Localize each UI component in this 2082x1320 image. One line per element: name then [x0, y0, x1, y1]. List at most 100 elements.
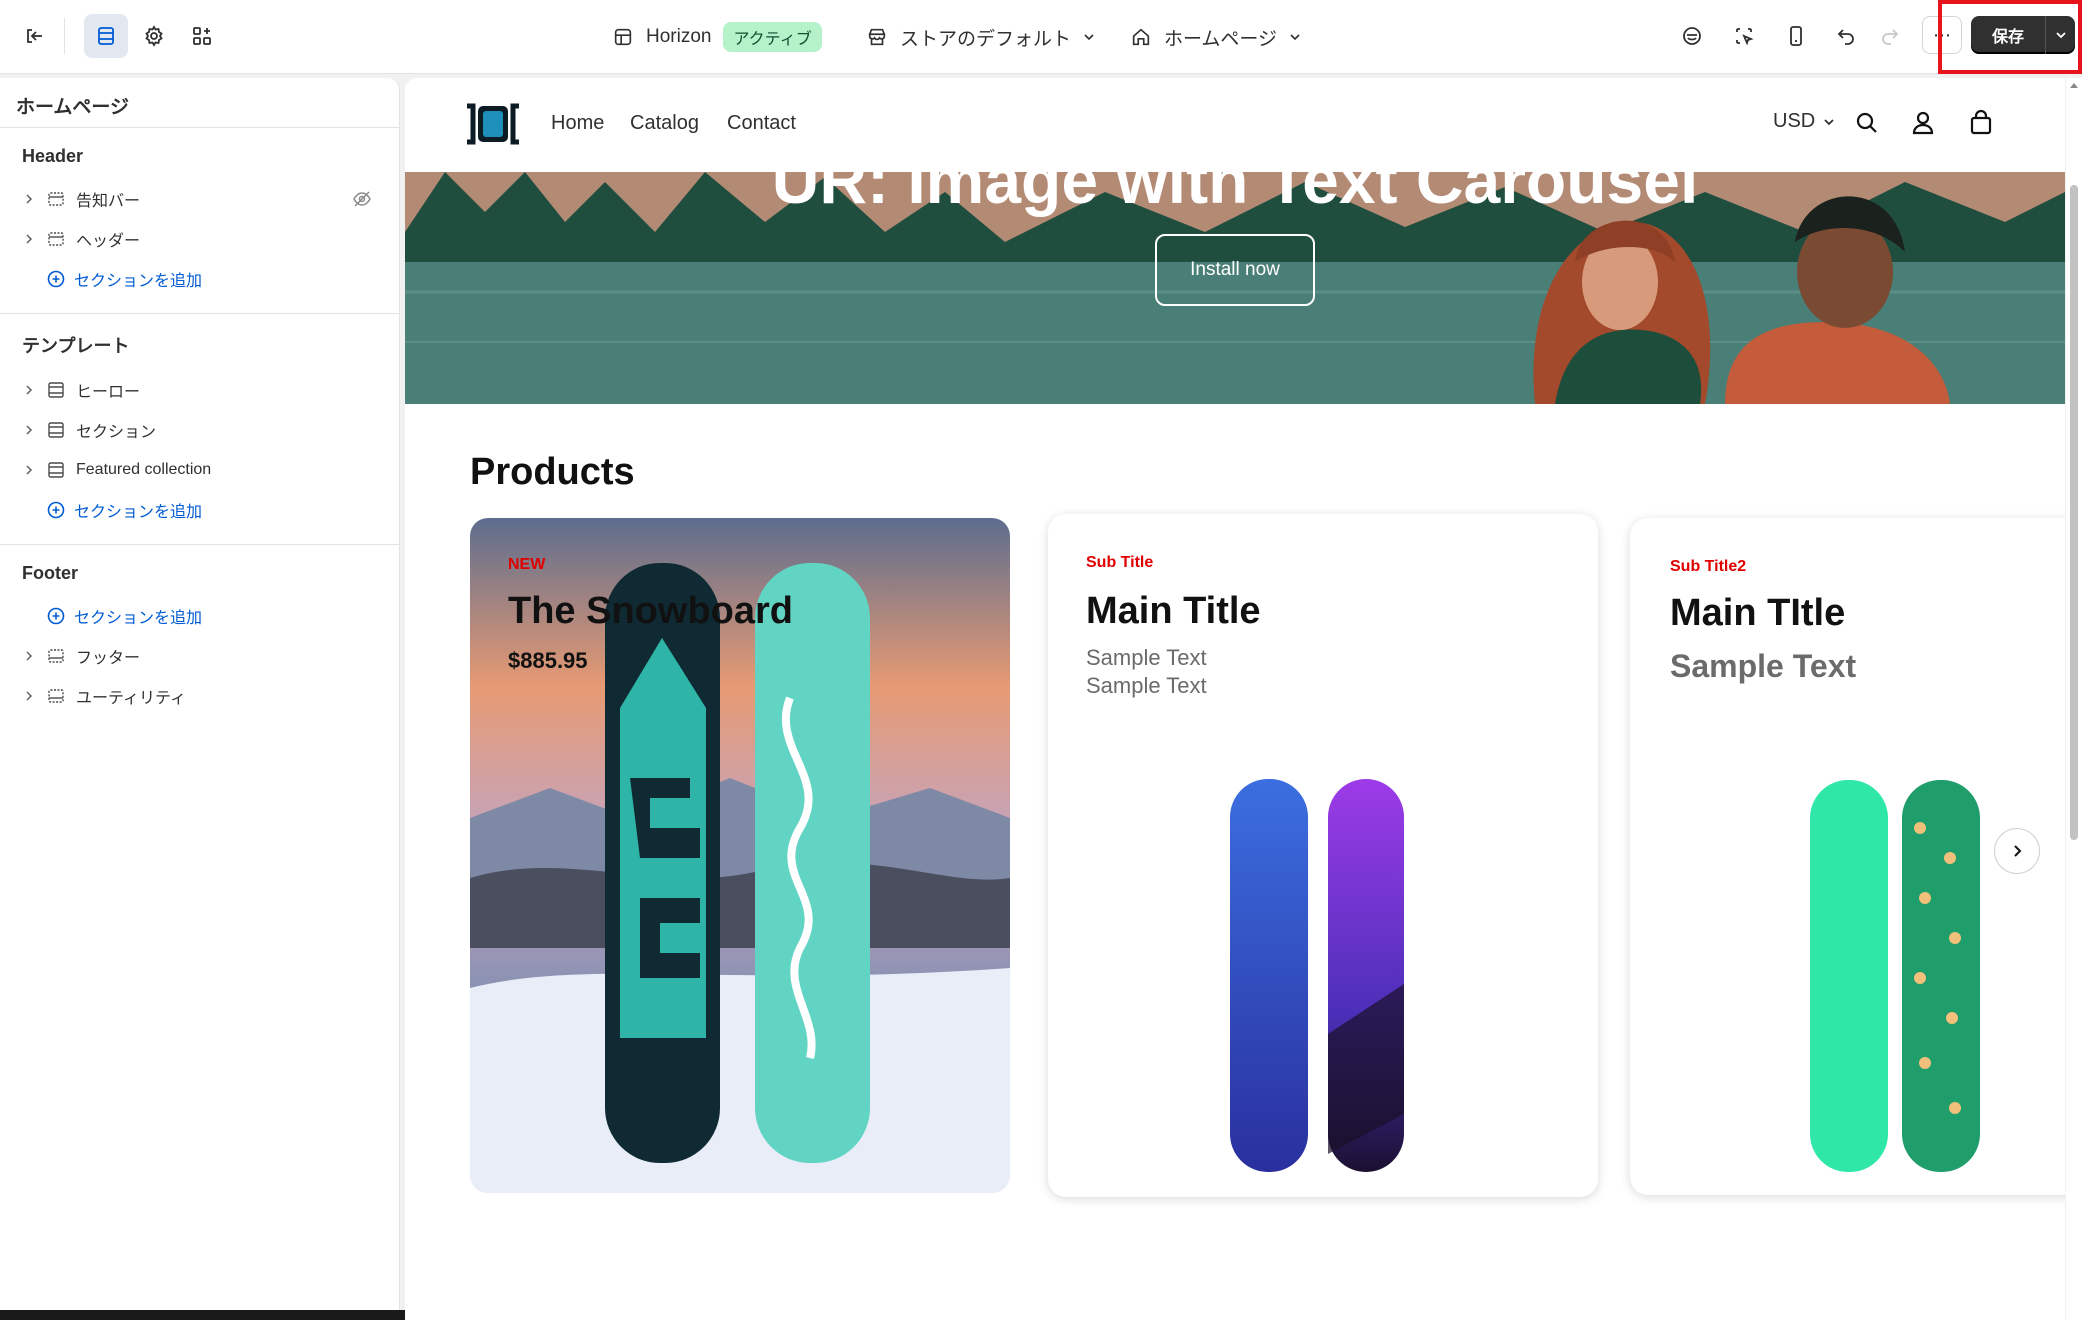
- plus-circle-icon: [47, 607, 65, 625]
- add-section-button[interactable]: セクションを追加: [0, 490, 399, 530]
- gear-icon[interactable]: [132, 14, 176, 58]
- card-price: $885.95: [508, 648, 588, 673]
- store-context-select[interactable]: ストアのデフォルト: [866, 18, 1097, 56]
- card-subtitle: Sub Title: [1086, 554, 1154, 571]
- add-section-label: セクションを追加: [74, 273, 203, 290]
- add-section-button[interactable]: セクションを追加: [0, 596, 399, 636]
- chevron-right-icon[interactable]: [22, 423, 36, 437]
- sidebar-group-template: テンプレート ヒーロー セクション Featured collection セク…: [0, 314, 399, 545]
- sections-icon[interactable]: [84, 14, 128, 58]
- search-icon[interactable]: [1852, 108, 1882, 138]
- scrollbar-thumb[interactable]: [2070, 185, 2078, 840]
- divider: [64, 18, 65, 54]
- save-highlight-box: [1938, 0, 2082, 74]
- section-icon: [48, 382, 64, 398]
- section-icon: [48, 462, 64, 478]
- store-icon: [868, 28, 886, 46]
- card-subtitle: Sub Title2: [1670, 558, 1747, 575]
- product-card[interactable]: NEW The Snowboard $885.95: [470, 518, 1010, 1193]
- exit-icon[interactable]: [12, 14, 56, 58]
- sidebar-item-label: ヒーロー: [76, 384, 141, 401]
- add-section-button[interactable]: セクションを追加: [0, 259, 399, 299]
- sidebar-group-footer: Footer セクションを追加 フッター ユーティリティ: [0, 545, 399, 730]
- chevron-right-icon[interactable]: [22, 232, 36, 246]
- chevron-right-icon[interactable]: [22, 463, 36, 477]
- theme-icon: [614, 28, 632, 46]
- section-icon: [48, 649, 64, 663]
- theme-selector[interactable]: Horizon アクティブ: [612, 18, 822, 56]
- currency-selector[interactable]: USD: [1773, 110, 1837, 133]
- sidebar-item-label: フッター: [76, 650, 141, 667]
- storefront-preview: Home Catalog Contact USD UR: Image with …: [405, 78, 2065, 1320]
- page-select-label: ホームページ: [1164, 28, 1278, 50]
- section-icon: [48, 422, 64, 438]
- sidebar-item-announcement-bar[interactable]: 告知バー: [0, 179, 399, 219]
- scroll-up-arrow-icon[interactable]: [2069, 80, 2079, 90]
- currency-label: USD: [1773, 110, 1816, 132]
- account-icon[interactable]: [1908, 108, 1938, 138]
- ai-assist-icon[interactable]: [1670, 14, 1714, 58]
- sidebar-item-label: ヘッダー: [76, 233, 141, 250]
- section-icon: [48, 192, 64, 206]
- carousel-next-button[interactable]: [1994, 828, 2040, 874]
- card-title: The Snowboard: [508, 590, 793, 632]
- nav-link-contact[interactable]: Contact: [727, 112, 796, 135]
- hero-title: UR: Image with Text Carousel: [771, 172, 1699, 217]
- card-text: Sample Text: [1086, 645, 1207, 670]
- plus-circle-icon: [47, 270, 65, 288]
- card-title: Main Title: [1086, 590, 1261, 632]
- chevron-down-icon: [1084, 34, 1094, 41]
- install-now-button[interactable]: Install now: [1155, 234, 1315, 306]
- nav-link-home[interactable]: Home: [551, 112, 604, 135]
- card-text: Sample Text: [1670, 648, 1857, 684]
- chevron-right-icon[interactable]: [22, 192, 36, 206]
- card-title: Main TItle: [1670, 592, 1846, 634]
- site-header: Home Catalog Contact USD: [405, 78, 2065, 172]
- home-icon: [1132, 28, 1150, 46]
- apps-icon[interactable]: [180, 14, 224, 58]
- chevron-down-icon: [1290, 34, 1300, 41]
- add-section-label: セクションを追加: [74, 610, 203, 627]
- mobile-preview-icon[interactable]: [1774, 14, 1818, 58]
- eye-off-icon[interactable]: [351, 188, 373, 210]
- sidebar-item-label: 告知バー: [76, 193, 141, 210]
- sidebar-item-section[interactable]: セクション: [0, 410, 399, 450]
- editor-topbar: Horizon アクティブ ストアのデフォルト ホームページ ⋯ 保存: [0, 0, 2082, 74]
- undo-icon[interactable]: [1824, 14, 1868, 58]
- sidebar-item-featured-collection[interactable]: Featured collection: [0, 450, 399, 490]
- section-icon: [48, 689, 64, 703]
- chevron-down-icon: [1824, 118, 1834, 125]
- chevron-right-icon[interactable]: [22, 649, 36, 663]
- sidebar-item-label: Featured collection: [76, 461, 212, 478]
- plus-circle-icon: [47, 501, 65, 519]
- sidebar-item-label: ユーティリティ: [76, 690, 187, 707]
- chevron-right-icon[interactable]: [22, 689, 36, 703]
- chevron-right-icon[interactable]: [22, 383, 36, 397]
- card-subtitle: NEW: [508, 556, 546, 573]
- product-card[interactable]: Sub Title Main Title Sample Text Sample …: [1048, 514, 1598, 1197]
- sidebar-title: ホームページ: [0, 78, 399, 128]
- sidebar-item-header[interactable]: ヘッダー: [0, 219, 399, 259]
- store-context-label: ストアのデフォルト: [900, 28, 1072, 50]
- section-icon: [48, 232, 64, 246]
- sidebar-item-footer[interactable]: フッター: [0, 636, 399, 676]
- sidebar-item-hero[interactable]: ヒーロー: [0, 370, 399, 410]
- hero-banner: UR: Image with Text Carousel Install now: [405, 172, 2065, 404]
- add-section-label: セクションを追加: [74, 504, 203, 521]
- sidebar-item-label: セクション: [76, 424, 157, 441]
- status-badge: アクティブ: [723, 22, 822, 52]
- sections-sidebar: ホームページ Header 告知バー ヘッダー セクションを追加 テンプレート …: [0, 78, 400, 1320]
- theme-name: Horizon: [646, 26, 712, 47]
- nav-link-catalog[interactable]: Catalog: [630, 112, 699, 135]
- inspector-icon[interactable]: [1722, 14, 1766, 58]
- products-heading: Products: [470, 451, 635, 493]
- sidebar-group-title: テンプレート: [22, 336, 130, 356]
- redo-icon[interactable]: [1868, 14, 1912, 58]
- sidebar-group-title: Header: [22, 146, 84, 166]
- sidebar-group-header: Header 告知バー ヘッダー セクションを追加: [0, 128, 399, 314]
- page-select[interactable]: ホームページ: [1130, 18, 1303, 56]
- sidebar-item-utility[interactable]: ユーティリティ: [0, 676, 399, 716]
- store-logo[interactable]: [463, 102, 523, 146]
- chevron-right-icon: [2014, 845, 2022, 857]
- cart-icon[interactable]: [1966, 108, 1996, 138]
